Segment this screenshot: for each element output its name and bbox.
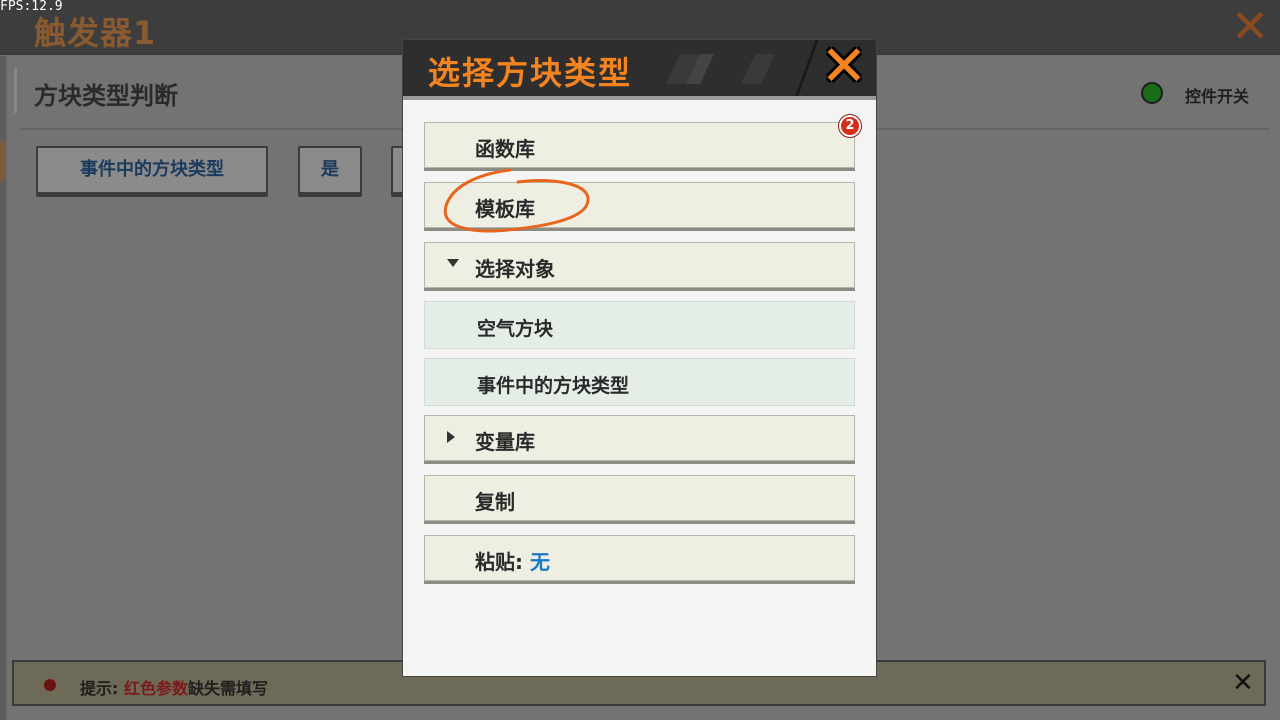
collapsed-arrow-icon	[447, 431, 455, 443]
hint-text: 提示: 红色参数缺失需填写	[80, 679, 269, 698]
notification-badge: 2	[839, 115, 861, 137]
paste-value: 无	[529, 550, 550, 574]
menu-item-select-object[interactable]: 选择对象	[424, 242, 855, 288]
is-button[interactable]: 是	[298, 146, 362, 194]
menu-item-copy[interactable]: 复制	[424, 475, 855, 521]
editor-close-icon[interactable]: ✕	[1230, 3, 1270, 49]
hint-close-icon[interactable]: ✕	[1232, 668, 1254, 698]
select-block-type-dialog: 选择方块类型 ✕ 函数库 2 模板库 选择对象 空气方块 事件中的方块类型 变量…	[403, 40, 876, 676]
annotation-circle	[443, 168, 590, 233]
section-title: 方块类型判断	[34, 82, 178, 110]
control-switch-label: 控件开关	[1185, 87, 1250, 106]
section-marker	[14, 68, 17, 113]
close-icon[interactable]: ✕	[819, 40, 869, 95]
trigger-title: 触发器1	[34, 14, 157, 52]
dialog-close-button[interactable]: ✕	[792, 40, 876, 96]
menu-item-functions[interactable]: 函数库	[424, 122, 855, 168]
dialog-header: 选择方块类型 ✕	[403, 40, 876, 96]
sub-item-air-block[interactable]: 空气方块	[424, 301, 855, 349]
control-switch-indicator[interactable]	[1141, 82, 1163, 104]
expand-arrow-icon	[447, 259, 459, 267]
editor-left-edge	[0, 56, 6, 720]
dialog-title: 选择方块类型	[428, 54, 633, 92]
menu-item-paste[interactable]: 粘贴: 无	[424, 535, 855, 581]
hint-dot-icon	[44, 679, 56, 691]
sub-item-event-block-type[interactable]: 事件中的方块类型	[424, 358, 855, 406]
menu-item-variables[interactable]: 变量库	[424, 415, 855, 461]
event-block-type-button[interactable]: 事件中的方块类型	[36, 146, 268, 194]
